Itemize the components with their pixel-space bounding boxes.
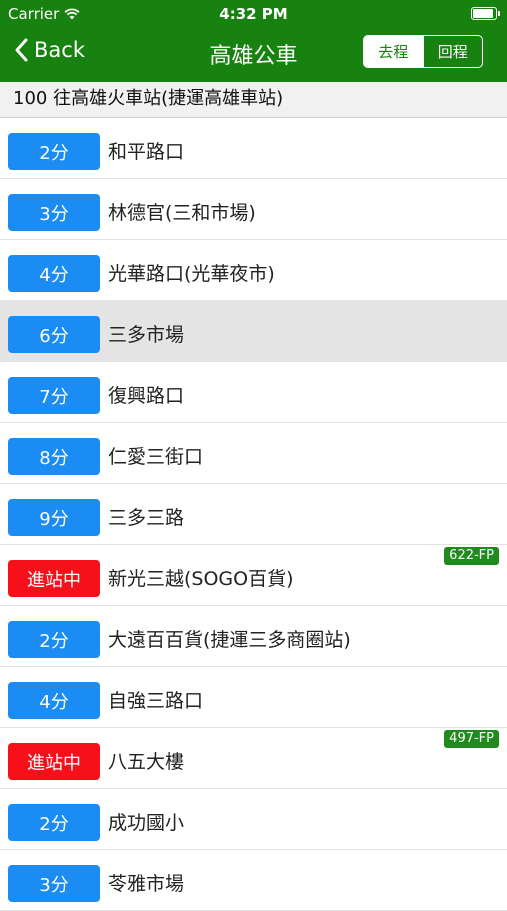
eta-badge: 6分 — [8, 316, 100, 353]
segment-return[interactable]: 回程 — [422, 36, 483, 67]
stop-name: 成功國小 — [108, 812, 185, 834]
stop-row[interactable]: 2分 成功國小 — [0, 789, 507, 850]
navigation-bar: Back 高雄公車 去程 回程 — [0, 28, 507, 78]
stop-row[interactable]: 3分 苓雅市場 — [0, 850, 507, 911]
stop-name: 苓雅市場 — [108, 873, 185, 895]
direction-segmented-control: 去程 回程 — [363, 35, 483, 68]
top-bar: Carrier 4:32 PM Back 高雄公車 去程 回程 — [0, 0, 507, 82]
stop-name: 大遠百百貨(捷運三多商圈站) — [108, 629, 351, 651]
stop-list: 2分 和平路口 3分 林德官(三和市場) 4分 光華路口(光華夜市) 6分 三多市場 7分 復興路… — [0, 118, 507, 911]
stop-row[interactable]: 進站中 新光三越(SOGO百貨) 622-FP — [0, 545, 507, 606]
stop-name: 三多三路 — [108, 507, 185, 529]
bus-plate-badge: 497-FP — [444, 730, 499, 748]
clock: 4:32 PM — [219, 5, 288, 23]
eta-badge: 2分 — [8, 621, 100, 658]
stop-name: 自強三路口 — [108, 690, 204, 712]
status-bar: Carrier 4:32 PM — [0, 0, 507, 28]
battery-icon — [471, 7, 500, 20]
stop-name: 光華路口(光華夜市) — [108, 263, 275, 285]
stop-row[interactable]: 2分 大遠百百貨(捷運三多商圈站) — [0, 606, 507, 667]
stop-name: 復興路口 — [108, 385, 185, 407]
segment-outbound[interactable]: 去程 — [364, 36, 423, 67]
eta-badge: 2分 — [8, 133, 100, 170]
arriving-badge: 進站中 — [8, 743, 100, 780]
eta-badge: 4分 — [8, 682, 100, 719]
stop-row[interactable]: 進站中 八五大樓 497-FP — [0, 728, 507, 789]
stop-row[interactable]: 8分 仁愛三街口 — [0, 423, 507, 484]
bus-plate-badge: 622-FP — [444, 547, 499, 565]
eta-badge: 9分 — [8, 499, 100, 536]
eta-badge: 8分 — [8, 438, 100, 475]
stop-name: 仁愛三街口 — [108, 446, 204, 468]
arriving-badge: 進站中 — [8, 560, 100, 597]
stop-name: 林德官(三和市場) — [108, 202, 256, 224]
stop-row[interactable]: 6分 三多市場 — [0, 301, 507, 362]
eta-badge: 2分 — [8, 804, 100, 841]
stop-row[interactable]: 9分 三多三路 — [0, 484, 507, 545]
stop-row[interactable]: 7分 復興路口 — [0, 362, 507, 423]
stop-row[interactable]: 4分 光華路口(光華夜市) — [0, 240, 507, 301]
route-header: 100 往高雄火車站(捷運高雄車站) — [0, 82, 507, 118]
eta-badge: 4分 — [8, 255, 100, 292]
eta-badge: 3分 — [8, 865, 100, 902]
stop-row[interactable]: 2分 和平路口 — [0, 118, 507, 179]
eta-badge: 7分 — [8, 377, 100, 414]
stop-row[interactable]: 4分 自強三路口 — [0, 667, 507, 728]
eta-badge: 3分 — [8, 194, 100, 231]
stop-row[interactable]: 3分 林德官(三和市場) — [0, 179, 507, 240]
stop-name: 新光三越(SOGO百貨) — [108, 568, 294, 590]
stop-name: 三多市場 — [108, 324, 185, 346]
stop-name: 和平路口 — [108, 141, 185, 163]
stop-name: 八五大樓 — [108, 751, 185, 773]
